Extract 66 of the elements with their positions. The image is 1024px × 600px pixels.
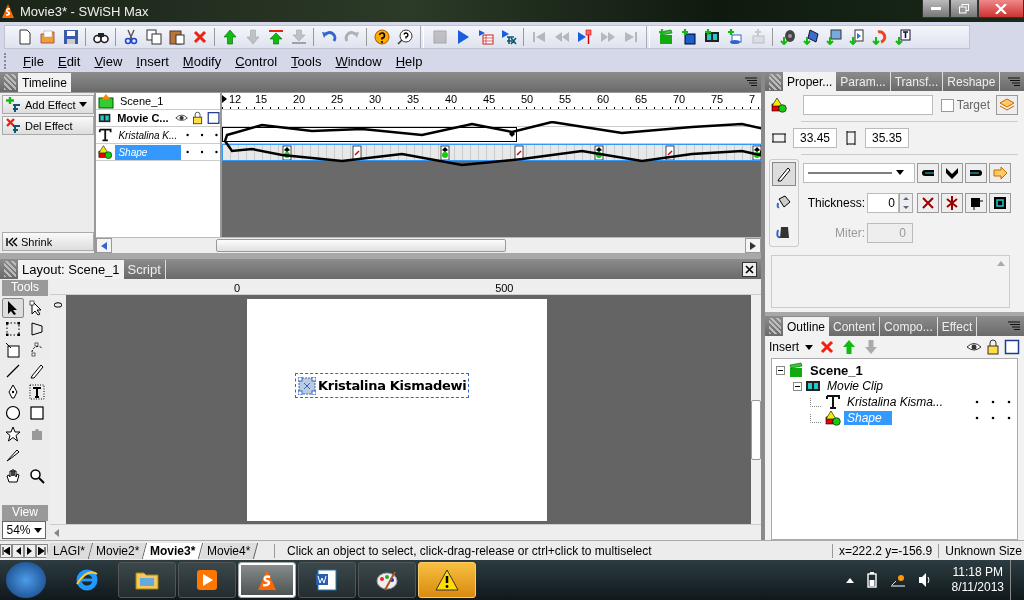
layer-name[interactable]: Kristalina K... <box>115 127 181 143</box>
window-title: Movie3* - SWiSH Max <box>20 3 149 19</box>
size-status: Unknown Size <box>938 543 1024 558</box>
menu-item[interactable]: Edit <box>50 51 88 71</box>
document-tab[interactable]: Movie2* <box>88 542 148 559</box>
menu-item[interactable]: File <box>16 51 51 71</box>
menu-item[interactable]: Insert <box>129 51 176 71</box>
panel-tab[interactable]: Reshape <box>943 72 1001 91</box>
frame-number: 45 <box>482 93 497 105</box>
ruler-label: 0 <box>52 301 64 309</box>
document-tab[interactable]: Movie4* <box>199 542 259 559</box>
miter-label: Miter: <box>834 226 865 241</box>
panel-tab[interactable]: Timeline <box>18 73 71 92</box>
view-header: View <box>2 505 48 521</box>
menu-item[interactable]: Help <box>388 51 430 71</box>
clock[interactable]: 11:18 PM 8/11/2013 <box>951 565 1004 595</box>
document-tab[interactable]: LAGI* <box>45 542 94 559</box>
panel-tab[interactable]: Compo... <box>880 317 938 336</box>
target-label: Target <box>956 98 990 112</box>
ruler-label: 500 <box>495 282 514 294</box>
frame-number: 65 <box>634 93 649 105</box>
canvas-text: Kristalina Kismadewi <box>318 378 467 393</box>
zoom-dropdown[interactable]: 54% <box>2 521 46 539</box>
thickness-field[interactable]: 0 <box>867 193 899 213</box>
cursor-coordinates: x=222.2 y=-156.9 <box>831 543 939 558</box>
panel-tab[interactable]: Outline <box>783 317 830 336</box>
menu-item[interactable]: Modify <box>175 51 229 71</box>
frame-number: 40 <box>444 93 459 105</box>
frame-number: 20 <box>292 93 307 105</box>
thickness-label: Thickness: <box>806 196 865 210</box>
outline-item[interactable]: Movie Clip <box>824 379 886 393</box>
panel-tab[interactable]: Transf... <box>890 72 944 91</box>
frame-number: 15 <box>254 93 269 105</box>
frame-number: 55 <box>558 93 573 105</box>
status-message: Click an object to select, click-drag-release or ctrl+click to multiselect <box>274 543 832 558</box>
panel-tab[interactable]: Effect <box>937 317 978 336</box>
document-tab[interactable]: Movie3* <box>143 542 204 559</box>
outline-item[interactable]: Kristalina Kisma... <box>844 395 947 409</box>
panel-tab[interactable]: Layout: Scene_1 <box>18 260 124 279</box>
delete-effect-button[interactable]: Del Effect <box>2 116 94 135</box>
selected-text-object[interactable]: Kristalina Kismadewi <box>295 373 470 398</box>
panel-tab[interactable]: Content <box>829 317 881 336</box>
outline-item[interactable]: Scene_1 <box>807 362 866 378</box>
tools-header: Tools <box>2 280 48 296</box>
menu-item[interactable]: View <box>87 51 130 71</box>
frame-number: 30 <box>368 93 383 105</box>
frame-number: 50 <box>520 93 535 105</box>
frame-number: 35 <box>406 93 421 105</box>
frame-number: 60 <box>596 93 611 105</box>
add-effect-button[interactable]: Add Effect <box>2 95 94 114</box>
menu-item[interactable]: Control <box>228 51 285 71</box>
frame-number: 25 <box>330 93 345 105</box>
menu-item[interactable]: Tools <box>284 51 329 71</box>
frame-number: 7 <box>748 93 757 105</box>
panel-tab[interactable]: Proper... <box>783 72 837 91</box>
shrink-button[interactable]: Shrink <box>2 232 94 251</box>
scene-name[interactable]: Scene_1 <box>117 93 167 109</box>
height-field[interactable]: 35.35 <box>865 128 909 148</box>
frame-number: 70 <box>672 93 687 105</box>
menu-item[interactable]: Window <box>328 51 389 71</box>
width-field[interactable]: 33.45 <box>793 128 837 148</box>
ruler-label: 0 <box>234 282 241 294</box>
frame-number: 12 <box>228 93 243 105</box>
frame-number: 75 <box>710 93 725 105</box>
insert-menu[interactable]: Insert <box>769 340 813 354</box>
panel-tab[interactable]: Param... <box>836 72 891 91</box>
